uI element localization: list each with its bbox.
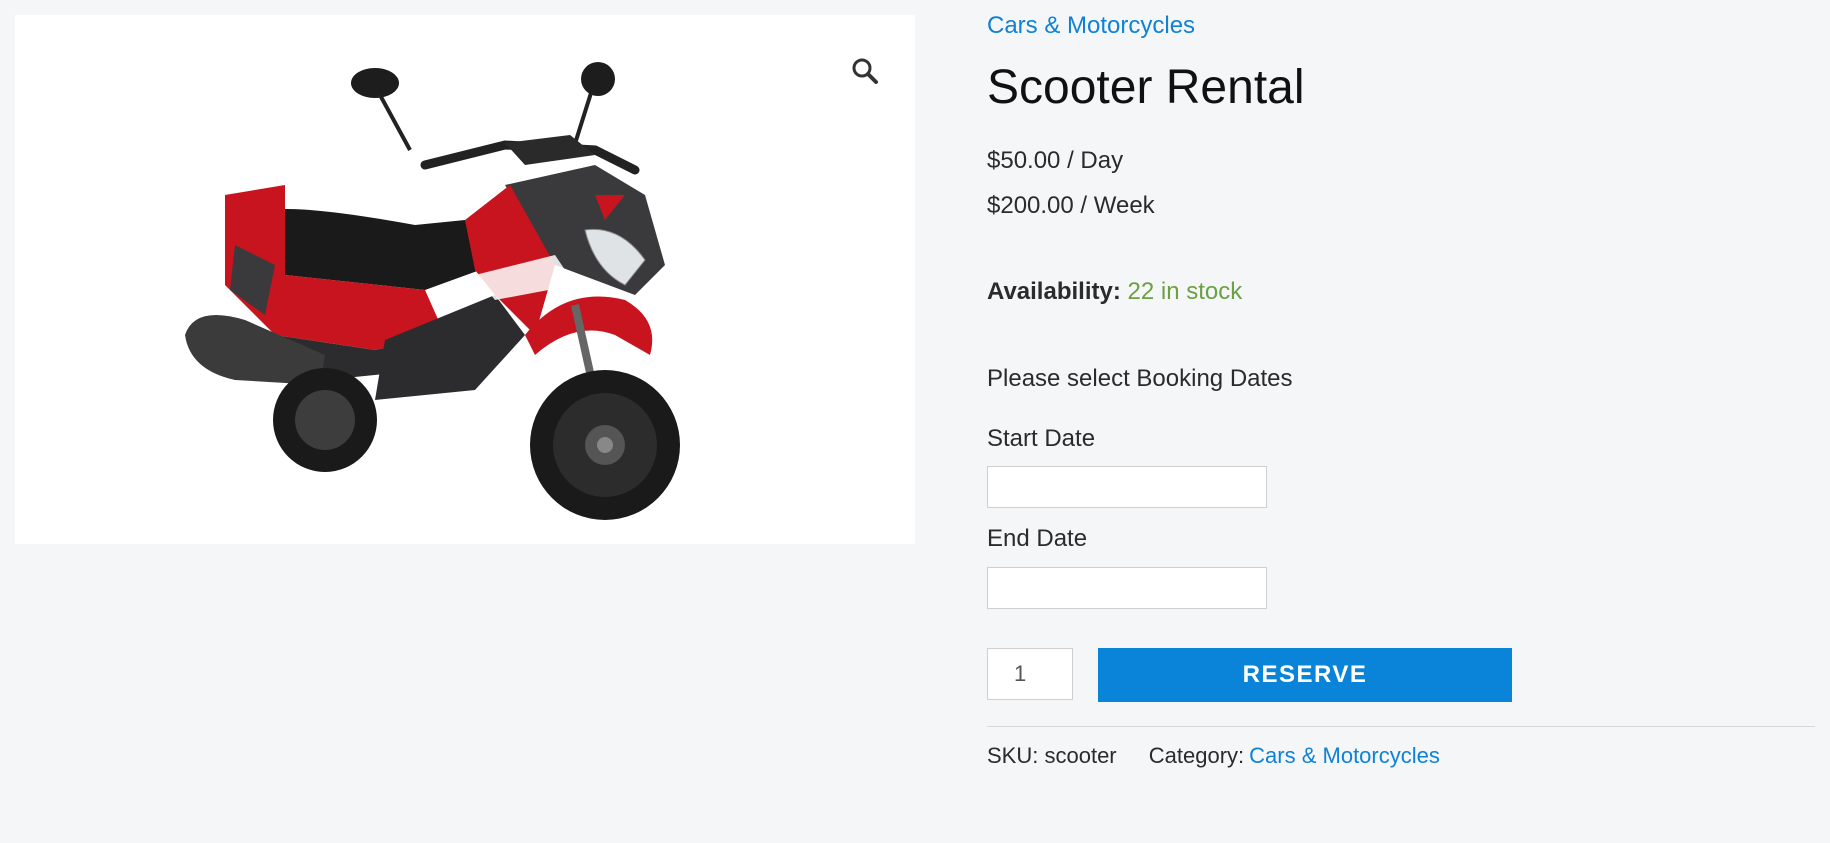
- sku-label: SKU:: [987, 743, 1039, 768]
- booking-prompt: Please select Booking Dates: [987, 365, 1293, 392]
- price-per-day: $50.00 / Day: [987, 147, 1124, 174]
- right-mirror: [581, 62, 615, 96]
- availability-label: Availability:: [987, 278, 1121, 305]
- stock-status: 22 in stock: [1127, 278, 1243, 305]
- product-title: Scooter Rental: [987, 61, 1305, 114]
- divider: [987, 726, 1815, 727]
- end-date-input[interactable]: [987, 567, 1267, 609]
- quantity-input[interactable]: [987, 648, 1073, 700]
- zoom-button[interactable]: [845, 51, 885, 91]
- category-label: Category:: [1148, 743, 1245, 768]
- magnifier-icon: [852, 58, 878, 84]
- product-gallery: [15, 15, 915, 544]
- category-link[interactable]: Cars & Motorcycles: [1249, 743, 1440, 768]
- product-meta: SKU: scooter Category: Cars & Motorcycles: [987, 743, 1440, 769]
- reserve-button[interactable]: RESERVE: [1098, 648, 1512, 702]
- price-per-week: $200.00 / Week: [987, 192, 1155, 219]
- start-date-label: Start Date: [987, 425, 1096, 452]
- category-breadcrumb-link[interactable]: Cars & Motorcycles: [987, 12, 1195, 40]
- start-date-input[interactable]: [987, 466, 1267, 508]
- left-mirror: [351, 68, 399, 98]
- end-date-label: End Date: [987, 525, 1088, 552]
- sku-value: scooter: [1044, 743, 1117, 768]
- availability: Availability: 22 in stock: [987, 278, 1242, 306]
- scooter-product-image: [185, 62, 680, 520]
